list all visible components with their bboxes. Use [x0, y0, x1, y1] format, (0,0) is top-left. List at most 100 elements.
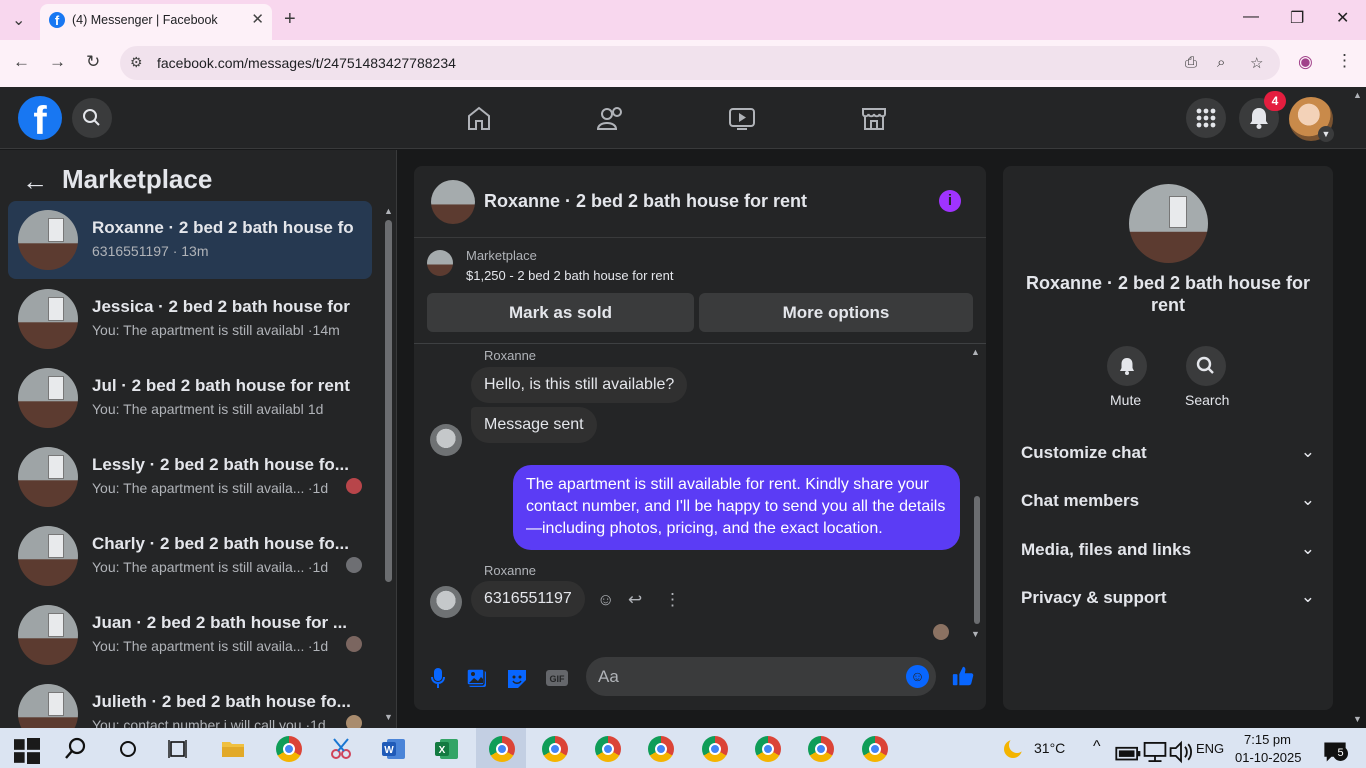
privacy-support-section[interactable]: Privacy & support ⌄	[1021, 584, 1321, 614]
back-arrow-icon[interactable]: ←	[22, 166, 48, 197]
url-text: facebook.com/messages/t/2475148342778823…	[157, 55, 456, 71]
account-chevron-icon[interactable]: ▼	[1318, 126, 1334, 142]
battery-icon[interactable]	[1115, 740, 1141, 766]
chrome-profile-icon[interactable]	[542, 736, 568, 762]
message-input[interactable]	[598, 665, 898, 689]
conversation-item[interactable]: Charly · 2 bed 2 bath house fo... You: T…	[8, 517, 372, 595]
excel-icon[interactable]: X	[434, 736, 460, 762]
facebook-logo-icon[interactable]: f	[18, 96, 62, 140]
windows-taskbar: W X 31°C ^ ENG 7:15 pm 01-10-2025 5	[0, 728, 1366, 768]
clock-time[interactable]: 7:15 pm	[1244, 732, 1291, 747]
task-view-icon[interactable]	[167, 736, 193, 762]
message-composer[interactable]: ☺	[586, 657, 936, 696]
photo-icon[interactable]	[466, 666, 488, 690]
address-bar[interactable]: ⚙ facebook.com/messages/t/24751483427788…	[120, 46, 1280, 80]
windows-start-icon[interactable]	[14, 738, 40, 764]
file-explorer-icon[interactable]	[220, 736, 246, 762]
conversation-item[interactable]: Roxanne · 2 bed 2 bath house fo... 63165…	[8, 201, 372, 279]
conversation-item[interactable]: Juan · 2 bed 2 bath house for ... You: T…	[8, 596, 372, 674]
network-icon[interactable]	[1142, 739, 1168, 765]
close-tab-icon[interactable]: ✕	[251, 10, 264, 28]
profile-icon[interactable]: ◉	[1298, 52, 1313, 72]
friends-icon[interactable]	[597, 105, 625, 131]
contact-avatar[interactable]	[431, 180, 475, 224]
media-files-links-section[interactable]: Media, files and links ⌄	[1021, 536, 1321, 566]
marketplace-icon[interactable]	[860, 105, 888, 131]
panel-title: Marketplace	[62, 164, 213, 194]
reload-icon[interactable]: ↻	[86, 52, 100, 72]
reply-icon[interactable]: ↩	[628, 590, 642, 610]
chrome-menu-icon[interactable]: ⋮	[1336, 51, 1353, 71]
watch-icon[interactable]	[728, 105, 756, 131]
mute-button[interactable]	[1107, 346, 1147, 386]
listing-thumbnail	[18, 447, 78, 507]
scroll-up-icon[interactable]: ▲	[971, 347, 980, 357]
more-actions-icon[interactable]: ⋮	[664, 590, 681, 610]
clock-date[interactable]: 01-10-2025	[1235, 750, 1302, 765]
install-app-icon[interactable]: ⎙	[1185, 54, 1197, 71]
restore-icon[interactable]: ❐	[1290, 8, 1304, 28]
seen-receipt-avatar	[933, 624, 949, 640]
mark-as-sold-button[interactable]: Mark as sold	[427, 293, 694, 332]
chrome-profile-icon[interactable]	[862, 736, 888, 762]
scrollbar-thumb[interactable]	[974, 496, 980, 624]
scroll-down-icon[interactable]: ▼	[384, 712, 393, 722]
more-options-button[interactable]: More options	[699, 293, 973, 332]
conversation-item[interactable]: Julieth · 2 bed 2 bath house fo... You: …	[8, 675, 372, 728]
cortana-icon[interactable]	[116, 736, 142, 762]
chrome-profile-icon[interactable]	[595, 736, 621, 762]
weather-moon-icon[interactable]	[1000, 736, 1026, 762]
scroll-down-icon[interactable]: ▼	[971, 629, 980, 639]
search-icon[interactable]	[63, 736, 89, 762]
search-chat-button[interactable]	[1186, 346, 1226, 386]
bookmark-star-icon[interactable]: ☆	[1250, 54, 1263, 72]
chrome-profile-icon[interactable]	[808, 736, 834, 762]
scroll-up-icon[interactable]: ▲	[384, 206, 393, 216]
menu-button[interactable]	[1186, 98, 1226, 138]
gif-icon[interactable]: GIF	[545, 666, 569, 690]
chrome-profile-icon[interactable]	[648, 736, 674, 762]
show-hidden-icons-chevron-icon[interactable]: ^	[1093, 738, 1101, 756]
conversation-item[interactable]: Jul · 2 bed 2 bath house for rent You: T…	[8, 359, 372, 437]
minimize-icon[interactable]: —	[1243, 8, 1259, 26]
chat-title[interactable]: Roxanne · 2 bed 2 bath house for rent	[484, 191, 807, 212]
snipping-tool-icon[interactable]	[328, 736, 354, 762]
word-icon[interactable]: W	[381, 736, 407, 762]
site-settings-icon[interactable]: ⚙	[130, 54, 143, 71]
browser-tab-strip: ⌄ f (4) Messenger | Facebook ✕ + — ❐ ✕	[0, 0, 1366, 40]
browser-tab[interactable]: f (4) Messenger | Facebook ✕	[40, 4, 272, 40]
close-window-icon[interactable]: ✕	[1336, 8, 1349, 28]
chrome-profile-icon[interactable]	[702, 736, 728, 762]
new-tab-plus-icon[interactable]: +	[284, 8, 296, 31]
tab-search-chevron-icon[interactable]: ⌄	[12, 10, 25, 30]
temperature-text[interactable]: 31°C	[1034, 740, 1065, 756]
info-icon[interactable]: i	[939, 190, 961, 212]
message-bubble[interactable]: 6316551197	[471, 581, 585, 617]
microphone-icon[interactable]	[430, 666, 446, 690]
search-button[interactable]	[72, 98, 112, 138]
listing-price-title[interactable]: $1,250 - 2 bed 2 bath house for rent	[466, 268, 673, 283]
page-scroll-down-icon[interactable]: ▼	[1353, 714, 1362, 724]
message-bubble[interactable]: The apartment is still available for ren…	[513, 465, 960, 550]
volume-icon[interactable]	[1168, 739, 1194, 765]
page-scroll-up-icon[interactable]: ▲	[1353, 90, 1362, 100]
chrome-icon[interactable]	[276, 736, 302, 762]
message-bubble[interactable]: Message sent	[471, 407, 597, 443]
chrome-profile-icon[interactable]	[755, 736, 781, 762]
like-thumb-icon[interactable]	[950, 664, 976, 688]
chat-members-section[interactable]: Chat members ⌄	[1021, 487, 1321, 517]
conversation-item[interactable]: Jessica · 2 bed 2 bath house for r... Yo…	[8, 280, 372, 358]
home-icon[interactable]	[465, 105, 493, 131]
react-icon[interactable]: ☺	[597, 590, 614, 610]
sticker-icon[interactable]	[506, 666, 528, 690]
scrollbar-thumb[interactable]	[385, 220, 392, 582]
zoom-icon[interactable]: ⌕	[1217, 54, 1225, 71]
language-indicator[interactable]: ENG	[1196, 741, 1224, 756]
forward-arrow-icon[interactable]: →	[49, 52, 66, 72]
customize-chat-section[interactable]: Customize chat ⌄	[1021, 439, 1321, 469]
back-arrow-icon[interactable]: ←	[13, 52, 30, 72]
message-bubble[interactable]: Hello, is this still available?	[471, 367, 688, 403]
conversation-item[interactable]: Lessly · 2 bed 2 bath house fo... You: T…	[8, 438, 372, 516]
chrome-profile-icon[interactable]	[489, 736, 515, 762]
emoji-icon[interactable]: ☺	[906, 665, 929, 688]
